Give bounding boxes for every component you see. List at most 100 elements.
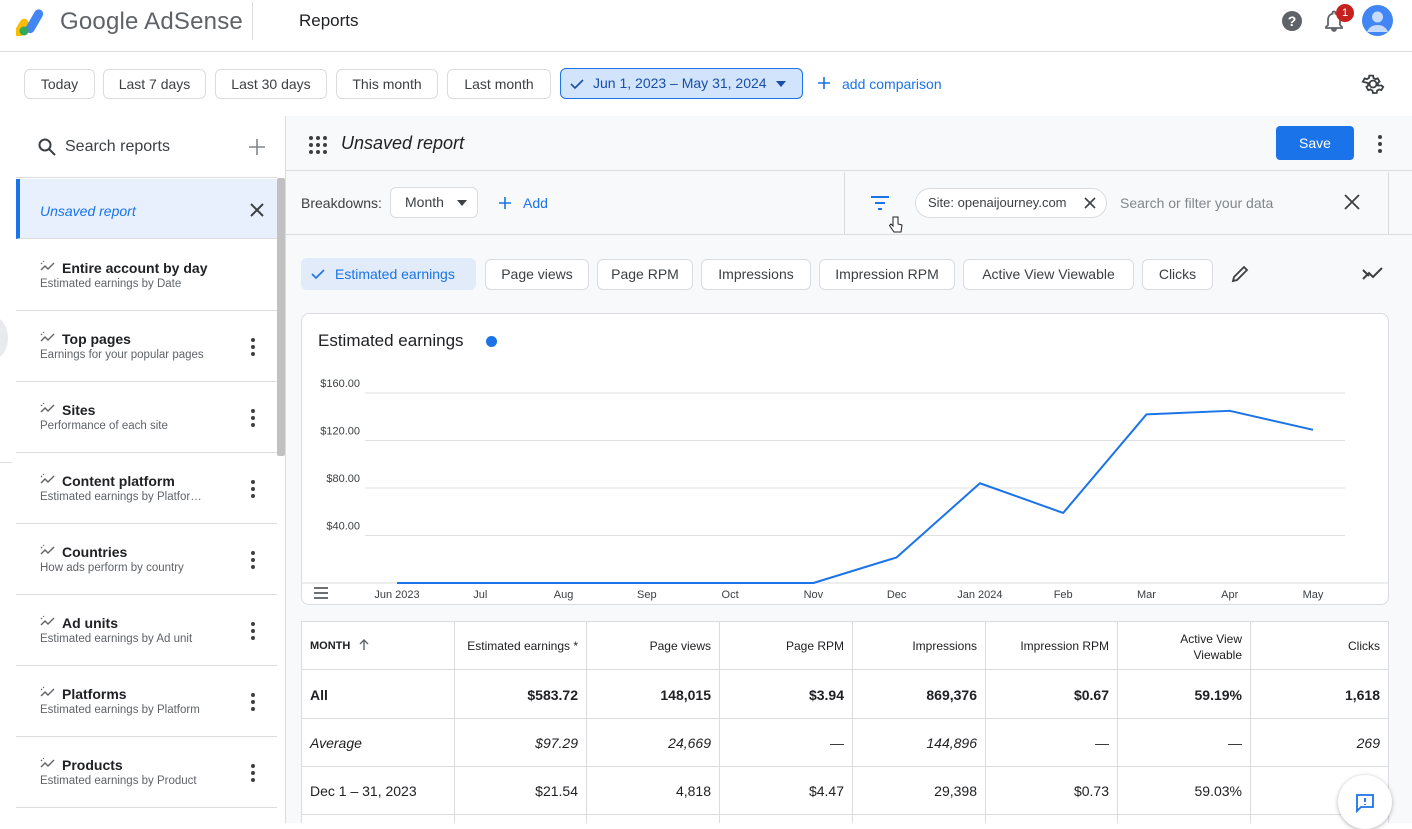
add-report-icon[interactable] [249, 139, 265, 155]
avatar[interactable] [1362, 5, 1393, 36]
metric-chip-impressions[interactable]: Impressions [701, 259, 811, 290]
metric-chip-label: Estimated earnings [335, 266, 455, 282]
divider [302, 669, 1389, 670]
y-tick-label: $120.00 [320, 426, 360, 438]
breakdown-month-select[interactable]: Month [390, 187, 478, 218]
sort-ascending-icon [359, 639, 369, 650]
divider [844, 172, 845, 235]
metric-chip-active-view-viewable[interactable]: Active View Viewable [963, 259, 1134, 290]
x-tick-label: Oct [722, 589, 739, 601]
metric-chip-impression-rpm[interactable]: Impression RPM [819, 259, 955, 290]
sidebar-item-content-platform[interactable]: Content platform Estimated earnings by P… [16, 453, 277, 524]
sidebar-item-sites[interactable]: Sites Performance of each site [16, 382, 277, 453]
sidebar-scrollbar[interactable] [277, 178, 285, 456]
divider [454, 621, 455, 823]
search-reports-row[interactable]: Search reports [16, 116, 277, 178]
save-button[interactable]: Save [1276, 126, 1354, 160]
collapsed-panel-handle[interactable] [0, 316, 8, 360]
table-header-estimated-earnings[interactable]: Estimated earnings * [458, 639, 578, 653]
table-row-label: All [310, 687, 328, 703]
add-comparison-label: add comparison [842, 76, 942, 92]
close-icon[interactable] [1343, 193, 1361, 211]
more-options-icon[interactable] [245, 763, 261, 783]
x-tick-label: Apr [1221, 589, 1238, 601]
table-header-impression-rpm[interactable]: Impression RPM [989, 639, 1109, 653]
y-tick-label: $80.00 [326, 473, 360, 485]
date-chip-this-month[interactable]: This month [336, 69, 438, 99]
date-chip-today[interactable]: Today [24, 69, 95, 99]
date-chip-last-7-days[interactable]: Last 7 days [103, 69, 206, 99]
x-tick-label: Dec [887, 589, 907, 601]
divider [302, 718, 1389, 719]
sidebar-item-entire-account-by-day[interactable]: Entire account by day Estimated earnings… [16, 240, 277, 311]
chart-type-icon[interactable] [1362, 265, 1384, 283]
table-cell: $4.47 [808, 783, 844, 799]
close-icon[interactable] [247, 200, 267, 220]
notification-badge: 1 [1336, 4, 1354, 22]
metric-chip-estimated-earnings[interactable]: Estimated earnings [301, 258, 476, 290]
help-icon[interactable]: ? [1280, 9, 1304, 33]
chart-menu-icon[interactable] [314, 587, 328, 599]
sidebar-item-products[interactable]: Products Estimated earnings by Product [16, 737, 277, 808]
sidebar-item-top-pages[interactable]: Top pages Earnings for your popular page… [16, 311, 277, 382]
remove-filter-icon[interactable] [1084, 197, 1096, 209]
date-chip-last-month[interactable]: Last month [447, 69, 551, 99]
table-header-impressions[interactable]: Impressions [856, 639, 977, 653]
search-reports-input[interactable]: Search reports [65, 138, 170, 156]
report-trend-icon [40, 686, 55, 697]
filter-search-input[interactable]: Search or filter your data [1120, 195, 1273, 211]
page-title: Reports [299, 11, 359, 30]
edit-pencil-icon[interactable] [1230, 264, 1250, 284]
sidebar-item-title: Top pages [62, 331, 131, 347]
filter-icon[interactable] [870, 194, 890, 212]
hand-cursor-icon [888, 216, 903, 233]
report-name[interactable]: Unsaved report [341, 133, 464, 154]
table-cell: 59.03% [1194, 783, 1242, 799]
table-header-clicks[interactable]: Clicks [1254, 639, 1380, 653]
table-cell: 4,818 [675, 783, 711, 799]
metric-chip-page-rpm[interactable]: Page RPM [597, 259, 693, 290]
check-icon [570, 79, 584, 90]
table-header-page-rpm[interactable]: Page RPM [723, 639, 844, 653]
table-cell: 148,015 [660, 687, 711, 703]
chat-icon [1356, 794, 1374, 813]
series-line-estimated-earnings[interactable] [397, 409, 1314, 584]
x-tick-label: Mar [1137, 589, 1156, 601]
table-header-page-views[interactable]: Page views [590, 639, 711, 653]
date-chip-last-30-days[interactable]: Last 30 days [215, 69, 327, 99]
feedback-chat-button[interactable] [1338, 775, 1392, 829]
more-options-icon[interactable] [245, 621, 261, 641]
reports-sidebar: Search reports Unsaved report Entire acc… [16, 116, 286, 823]
adsense-logo[interactable] [16, 6, 50, 36]
more-options-icon[interactable] [245, 550, 261, 570]
sidebar-item-platforms[interactable]: Platforms Estimated earnings by Platform [16, 666, 277, 737]
table-header-active-view-viewable[interactable]: Active View Viewable [1150, 631, 1242, 663]
brand-name: Google AdSense [60, 8, 243, 35]
report-trend-icon [40, 544, 55, 555]
table-cell: — [830, 735, 844, 751]
sidebar-item-countries[interactable]: Countries How ads perform by country [16, 524, 277, 595]
y-tick-label: $40.00 [326, 521, 360, 533]
more-options-icon[interactable] [245, 408, 261, 428]
divider [985, 621, 986, 823]
table-header-month[interactable]: MONTH [310, 639, 369, 652]
site-filter-chip[interactable]: Site: openaijourney.com [915, 188, 1107, 218]
plus-icon [818, 77, 830, 89]
sidebar-item-ad-units[interactable]: Ad units Estimated earnings by Ad unit [16, 595, 277, 666]
metric-chip-clicks[interactable]: Clicks [1142, 259, 1213, 290]
table-cell: 24,669 [668, 735, 711, 751]
more-options-icon[interactable] [245, 692, 261, 712]
settings-gear-icon[interactable] [1361, 72, 1385, 96]
more-options-icon[interactable] [245, 337, 261, 357]
table-cell: — [1095, 735, 1109, 751]
sidebar-item-unsaved-report[interactable]: Unsaved report [16, 179, 277, 239]
metric-chip-page-views[interactable]: Page views [485, 259, 589, 290]
apps-grid-icon[interactable] [308, 135, 328, 155]
date-range-selector[interactable]: Jun 1, 2023 – May 31, 2024 [560, 68, 803, 99]
table-cell: 144,896 [926, 735, 977, 751]
table-cell: 269 [1356, 735, 1380, 751]
table-cell: 29,398 [934, 783, 977, 799]
more-options-icon[interactable] [245, 479, 261, 499]
divider [302, 814, 1389, 815]
more-options-icon[interactable] [1372, 134, 1388, 154]
